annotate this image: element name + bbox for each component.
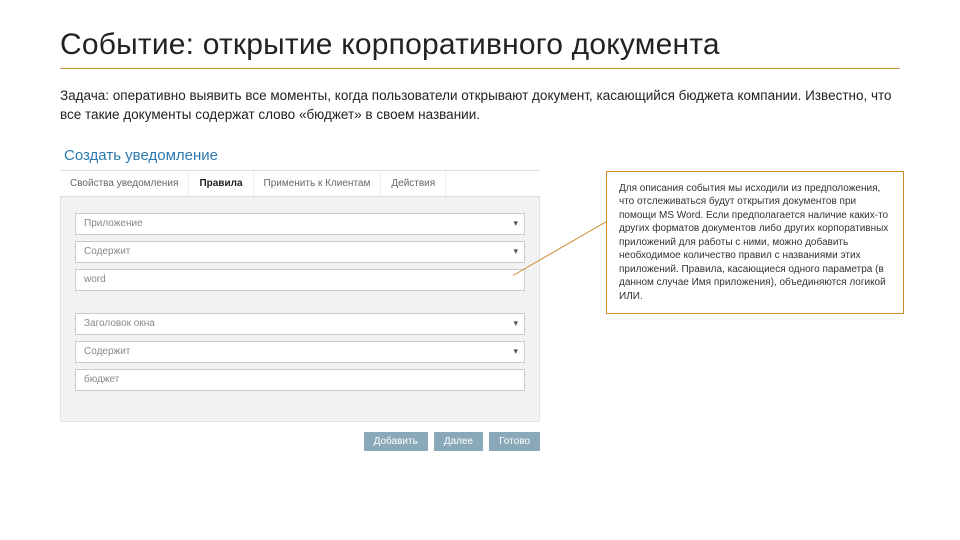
button-row: Добавить Далее Готово [60, 422, 540, 451]
create-notification-panel: Создать уведомление Свойства уведомления… [60, 147, 540, 451]
rule2-param-select[interactable]: Заголовок окна ▾ [75, 313, 525, 335]
rule1-condition-select[interactable]: Содержит ▾ [75, 241, 525, 263]
rule2-condition-value: Содержит [84, 346, 130, 357]
task-text: Задача: оперативно выявить все моменты, … [60, 87, 900, 125]
divider [60, 68, 900, 69]
done-button[interactable]: Готово [489, 432, 540, 451]
rule1-value-text: word [84, 274, 106, 285]
rule1-param-select[interactable]: Приложение ▾ [75, 213, 525, 235]
callout-box: Для описания события мы исходили из пред… [606, 171, 904, 315]
rule-block-1: Приложение ▾ Содержит ▾ word [75, 213, 525, 291]
rule-block-2: Заголовок окна ▾ Содержит ▾ бюджет [75, 313, 525, 391]
rule2-value-input[interactable]: бюджет [75, 369, 525, 391]
rule1-param-value: Приложение [84, 218, 143, 229]
tab-apply-clients[interactable]: Применить к Клиентам [254, 171, 382, 196]
rule1-condition-value: Содержит [84, 246, 130, 257]
chevron-down-icon: ▾ [511, 218, 520, 229]
next-button[interactable]: Далее [434, 432, 483, 451]
chevron-down-icon: ▾ [511, 318, 520, 329]
rule2-param-value: Заголовок окна [84, 318, 155, 329]
chevron-down-icon: ▾ [511, 246, 520, 257]
tabs: Свойства уведомления Правила Применить к… [60, 170, 540, 197]
rule1-value-input[interactable]: word [75, 269, 525, 291]
rules-area: Приложение ▾ Содержит ▾ word Заголовок о… [60, 197, 540, 422]
page-title: Событие: открытие корпоративного докумен… [60, 28, 900, 62]
chevron-down-icon: ▾ [511, 346, 520, 357]
tab-properties[interactable]: Свойства уведомления [60, 171, 189, 196]
rule2-condition-select[interactable]: Содержит ▾ [75, 341, 525, 363]
tab-actions[interactable]: Действия [381, 171, 446, 196]
tab-rules[interactable]: Правила [189, 171, 253, 196]
rule2-value-text: бюджет [84, 374, 119, 385]
panel-heading: Создать уведомление [60, 147, 540, 164]
add-button[interactable]: Добавить [364, 432, 428, 451]
